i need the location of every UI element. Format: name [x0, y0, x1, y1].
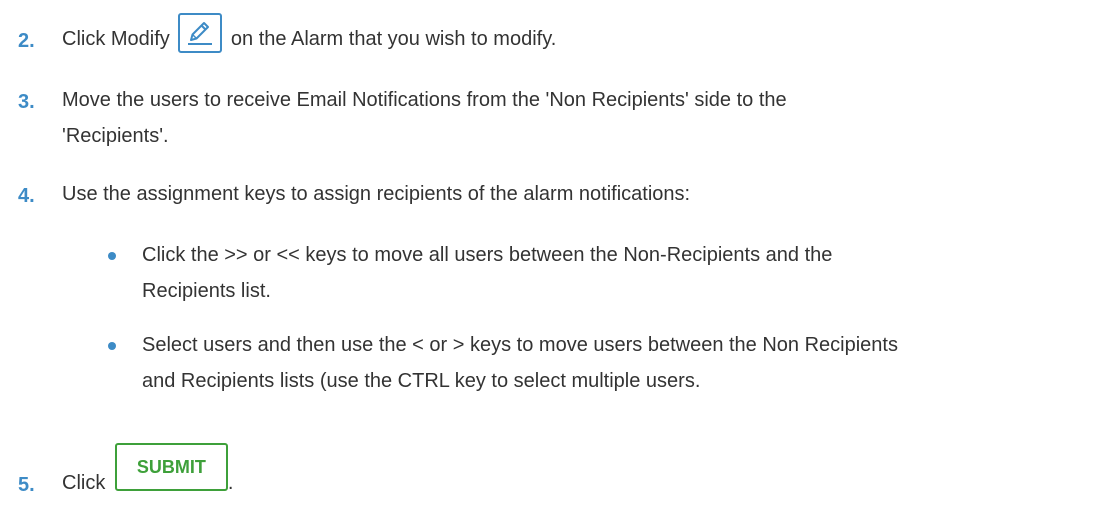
bullet-text-line: and Recipients lists (use the CTRL key t… — [142, 370, 701, 392]
step-number: 2. — [18, 30, 35, 52]
step-number: 3. — [18, 91, 35, 113]
step-text-before-icon: Click Modify — [62, 28, 170, 50]
step-text-line: 'Recipients'. — [62, 125, 169, 147]
bullet-text: Click the >> or << keys to move all user… — [142, 240, 1082, 306]
step-text: Click SUBMIT. — [62, 442, 1082, 498]
bullet-text-line: Select users and then use the < or > key… — [142, 334, 898, 356]
step-text: Click Modify on the Alarm that you wish … — [62, 12, 1082, 54]
step-text-line: Move the users to receive Email Notifica… — [62, 89, 787, 111]
step-text: Move the users to receive Email Notifica… — [62, 85, 1082, 151]
bullet-text: Select users and then use the < or > key… — [142, 330, 1082, 396]
bullet-icon — [108, 342, 116, 350]
step-text-after-button: . — [227, 472, 234, 494]
bullet-text-line: Click the >> or << keys to move all user… — [142, 244, 833, 266]
pencil-edit-icon — [178, 12, 223, 53]
step-text-after-icon: on the Alarm that you wish to modify. — [230, 28, 557, 50]
step-number: 5. — [18, 474, 35, 496]
step-number: 4. — [18, 185, 35, 207]
bullet-text-line: Recipients list. — [142, 280, 271, 302]
submit-button: SUBMIT — [114, 442, 228, 491]
step-text: Use the assignment keys to assign recipi… — [62, 183, 691, 205]
bullet-icon — [108, 252, 116, 260]
step-text-before-button: Click — [62, 472, 106, 494]
